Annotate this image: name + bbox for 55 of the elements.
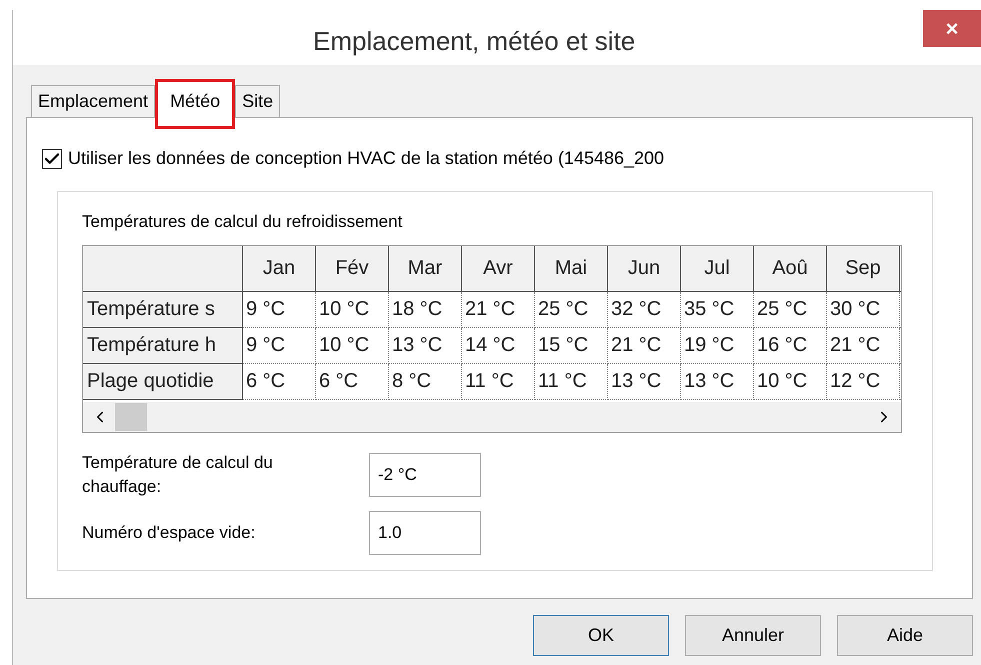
row-header: Plage quotidie xyxy=(83,364,243,400)
table-cell: 21 °C xyxy=(462,292,535,328)
window-title: Emplacement, météo et site xyxy=(313,25,636,58)
table-cell: 6 °C xyxy=(243,364,316,400)
checkbox[interactable] xyxy=(42,148,62,168)
table-cell: 10 °C xyxy=(754,364,827,400)
column-header: Jan xyxy=(243,246,316,292)
table-cell: 32 °C xyxy=(608,292,681,328)
table-cell: 30 °C xyxy=(827,292,900,328)
table-cell: 14 °C xyxy=(462,328,535,364)
column-header: Avr xyxy=(462,246,535,292)
table-cell: 10 °C xyxy=(316,292,389,328)
field-label: Numéro d'espace vide: xyxy=(82,522,256,544)
table-cell: 18 °C xyxy=(389,292,462,328)
column-header: Mar xyxy=(389,246,462,292)
input-field[interactable]: -2 °C xyxy=(369,452,481,496)
dialog-button[interactable]: Aide xyxy=(837,615,973,656)
table-cell: 13 °C xyxy=(389,328,462,364)
column-header: Sep xyxy=(827,246,900,292)
input-field[interactable]: 1.0 xyxy=(369,510,481,554)
checkbox-label: Utiliser les données de conception HVAC de la station météo (145486_200 xyxy=(68,147,664,170)
tab[interactable]: Météo xyxy=(155,79,236,129)
table-cell: 15 °C xyxy=(535,328,608,364)
table-cell: 12 °C xyxy=(827,364,900,400)
dialog-button[interactable]: OK xyxy=(533,615,669,656)
dialog-button[interactable]: Annuler xyxy=(685,615,821,656)
table-cell: 21 °C xyxy=(827,328,900,364)
table-cell: 25 °C xyxy=(754,292,827,328)
row-header: Température s xyxy=(83,292,243,328)
table-cell: 11 °C xyxy=(535,364,608,400)
tab[interactable]: Emplacement xyxy=(31,85,156,117)
table-cell: 8 °C xyxy=(389,364,462,400)
table-cell: 9 °C xyxy=(243,292,316,328)
group-title: Températures de calcul du refroidissement xyxy=(82,211,404,233)
field-label: Température de calcul du chauffage: xyxy=(82,452,274,498)
table-cell: 13 °C xyxy=(608,364,681,400)
table-cell: 35 °C xyxy=(681,292,754,328)
row-header: Température h xyxy=(83,328,243,364)
column-header: Aoû xyxy=(754,246,827,292)
table-cell: 9 °C xyxy=(243,328,316,364)
column-header: Jun xyxy=(608,246,681,292)
table-cell: 21 °C xyxy=(608,328,681,364)
table-cell: 10 °C xyxy=(316,328,389,364)
table-cell: 6 °C xyxy=(316,364,389,400)
column-header: Fév xyxy=(316,246,389,292)
close-button[interactable]: × xyxy=(923,10,981,47)
scrollbar-thumb[interactable] xyxy=(115,402,147,430)
table-cell: 25 °C xyxy=(535,292,608,328)
table-cell: 13 °C xyxy=(681,364,754,400)
tab[interactable]: Site xyxy=(235,85,280,117)
table-cell: 19 °C xyxy=(681,328,754,364)
table-cell: 11 °C xyxy=(462,364,535,400)
column-header: Jul xyxy=(681,246,754,292)
column-header: Mai xyxy=(535,246,608,292)
table-cell: 16 °C xyxy=(754,328,827,364)
